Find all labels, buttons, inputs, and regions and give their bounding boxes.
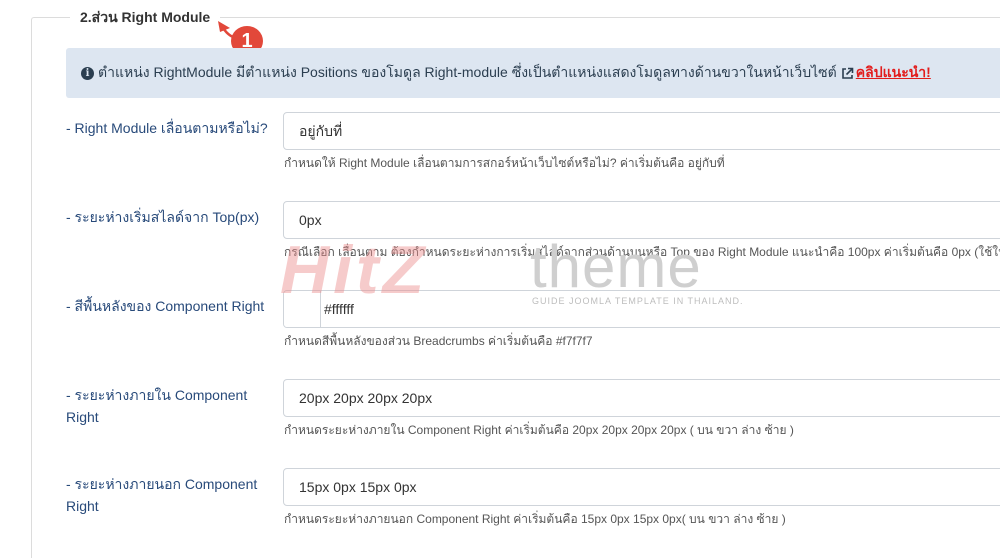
field-help-slide-top: กรณีเลือก เลื่อนตาม ต้องกำหนดระยะห่างการ… [284, 245, 1000, 259]
field-help-bg-color: กำหนดสีพื้นหลังของส่วน Breadcrumbs ค่าเร… [284, 334, 593, 348]
info-text: ตำแหน่ง RightModule มีตำแหน่ง Positions … [98, 64, 837, 80]
margin-input[interactable]: 15px 0px 15px 0px [283, 468, 1000, 506]
field-label-padding: - ระยะห่างภายใน Component Right [66, 387, 248, 425]
field-help-padding: กำหนดระยะห่างภายใน Component Right ค่าเร… [284, 423, 794, 437]
external-link-icon [841, 67, 854, 79]
section-legend: 2.ส่วน Right Module [70, 7, 221, 29]
tutorial-clip-link[interactable]: คลิปแนะนำ! [856, 62, 931, 84]
field-label-right-module-scroll: - Right Module เลื่อนตามหรือไม่? [66, 120, 268, 136]
info-alert: i ตำแหน่ง RightModule มีตำแหน่ง Position… [66, 48, 1000, 98]
field-label-bg-color: - สีพื้นหลังของ Component Right [66, 298, 265, 314]
right-module-scroll-select[interactable]: อยู่กับที่ [283, 112, 1000, 150]
info-icon: i [81, 66, 94, 80]
bg-color-value[interactable]: #ffffff [324, 291, 354, 327]
field-help-right-module-scroll: กำหนดให้ Right Module เลื่อนตามการสกอร์ห… [284, 156, 725, 170]
color-swatch[interactable] [284, 291, 321, 327]
field-help-margin: กำหนดระยะห่างภายนอก Component Right ค่าเ… [284, 512, 786, 526]
slide-top-input[interactable]: 0px [283, 201, 1000, 239]
bg-color-picker[interactable]: #ffffff [283, 290, 1000, 328]
padding-input[interactable]: 20px 20px 20px 20px [283, 379, 1000, 417]
field-label-slide-top: - ระยะห่างเริ่มสไลด์จาก Top(px) [66, 209, 260, 225]
field-label-margin: - ระยะห่างภายนอก Component Right [66, 476, 258, 514]
